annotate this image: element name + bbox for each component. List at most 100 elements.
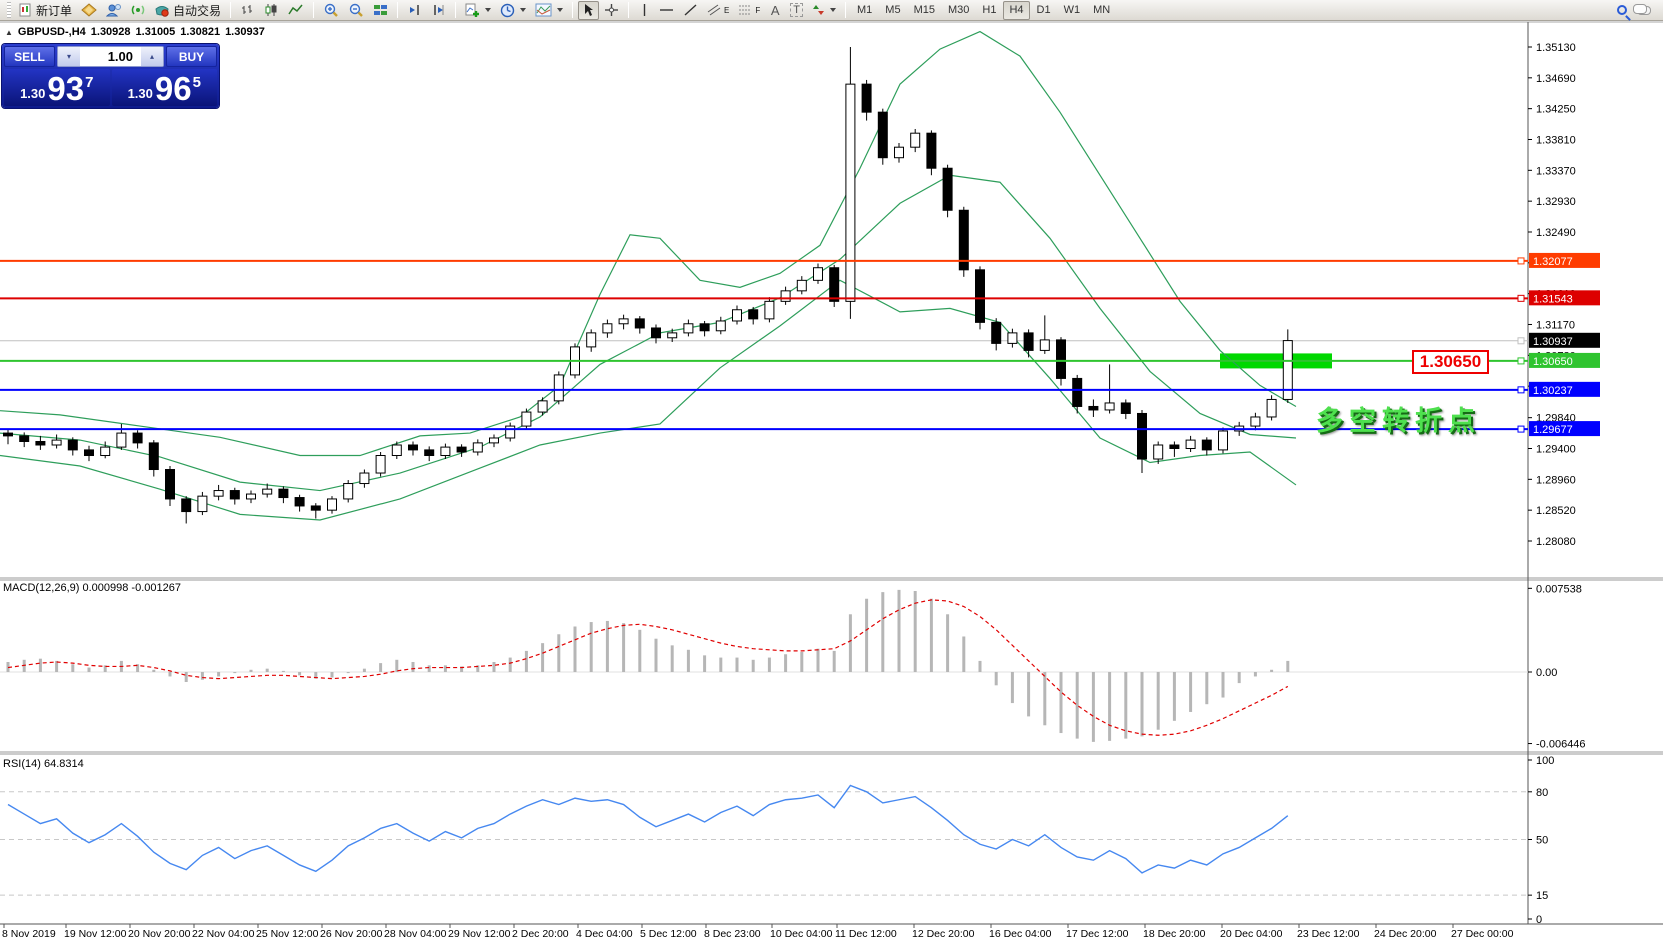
buy-price-pip: 5	[193, 74, 201, 91]
turning-point-annotation[interactable]: 多空转折点	[1316, 399, 1481, 438]
text-label-button[interactable]: T	[786, 1, 807, 20]
svg-text:1.32490: 1.32490	[1536, 227, 1576, 239]
timeframe-label: H4	[1009, 4, 1023, 16]
svg-text:1.28080: 1.28080	[1536, 536, 1576, 548]
svg-text:1.28520: 1.28520	[1536, 505, 1576, 517]
timeframe-label: D1	[1037, 4, 1051, 16]
svg-text:8 Dec 23:00: 8 Dec 23:00	[704, 928, 761, 940]
svg-text:0: 0	[1536, 914, 1542, 926]
fibonacci-letter: F	[755, 6, 760, 15]
svg-text:2 Dec 20:00: 2 Dec 20:00	[512, 928, 569, 940]
timeframe-m15-button[interactable]: M15	[908, 1, 941, 20]
volume-box: ▾ 1.00 ▴	[57, 46, 164, 67]
one-click-trading-panel: SELL ▾ 1.00 ▴ BUY 1.30 93 7 1.30 96 5	[2, 44, 219, 108]
volume-decrease-button[interactable]: ▾	[58, 47, 80, 66]
svg-text:25 Nov 12:00: 25 Nov 12:00	[256, 928, 319, 940]
dropdown-caret	[485, 8, 491, 12]
volume-input[interactable]: 1.00	[80, 47, 141, 66]
toolbar-separator	[628, 2, 629, 18]
buy-button[interactable]: BUY	[166, 46, 217, 67]
crosshair-button[interactable]	[600, 1, 623, 20]
periods-button[interactable]	[496, 1, 530, 20]
new-order-label: 新订单	[36, 2, 72, 19]
svg-text:0.007538: 0.007538	[1536, 583, 1582, 595]
vertical-line-button[interactable]	[634, 1, 654, 20]
spin-up-icon: ▴	[150, 52, 154, 61]
svg-text:15: 15	[1536, 890, 1548, 902]
line-chart-button[interactable]	[284, 1, 308, 20]
svg-text:4 Dec 04:00: 4 Dec 04:00	[576, 928, 633, 940]
timeframe-h4-button[interactable]: H4	[1003, 1, 1029, 20]
svg-text:1.31543: 1.31543	[1533, 293, 1573, 305]
candlestick-button[interactable]	[260, 1, 283, 20]
fibonacci-button[interactable]: F	[734, 1, 764, 20]
timeframe-m30-button[interactable]: M30	[942, 1, 975, 20]
dropdown-caret	[557, 8, 563, 12]
new-order-button[interactable]: 新订单	[15, 1, 76, 20]
timeframe-label: W1	[1064, 4, 1081, 16]
timeframe-mn-button[interactable]: MN	[1087, 1, 1116, 20]
svg-text:80: 80	[1536, 787, 1548, 799]
chart-canvas[interactable]: 1.351301.346901.342501.338101.333701.329…	[0, 0, 1663, 944]
timeframe-m1-button[interactable]: M1	[851, 1, 878, 20]
timeframe-label: M15	[914, 4, 935, 16]
zoom-out-button[interactable]	[344, 1, 368, 20]
buy-label: BUY	[179, 50, 204, 64]
svg-text:10 Dec 04:00: 10 Dec 04:00	[770, 928, 833, 940]
chip-icon	[81, 3, 97, 17]
zoom-in-button[interactable]	[319, 1, 343, 20]
svg-text:8 Nov 2019: 8 Nov 2019	[2, 928, 56, 940]
search-icon[interactable]	[1617, 5, 1627, 15]
timeframe-w1-button[interactable]: W1	[1058, 1, 1087, 20]
bar-chart-button[interactable]	[236, 1, 259, 20]
trendline-button[interactable]	[679, 1, 702, 20]
zoom-out-icon	[348, 3, 364, 18]
arrows-button[interactable]	[808, 1, 840, 20]
cursor-button[interactable]	[578, 1, 599, 20]
text-button[interactable]: A	[765, 1, 785, 20]
svg-text:1.30937: 1.30937	[1533, 336, 1573, 348]
svg-text:1.29677: 1.29677	[1533, 424, 1573, 436]
new-order-icon	[19, 3, 33, 17]
timeframe-m5-button[interactable]: M5	[879, 1, 906, 20]
arrows-icon	[812, 3, 825, 17]
buy-price-button[interactable]: 1.30 96 5	[112, 69, 218, 106]
timeframe-label: M1	[857, 4, 872, 16]
svg-text:1.29400: 1.29400	[1536, 444, 1576, 456]
chart-shift-icon	[431, 3, 446, 17]
sell-price-main: 93	[47, 72, 84, 105]
indicators-button[interactable]	[461, 1, 495, 20]
horizontal-line-button[interactable]	[655, 1, 678, 20]
svg-text:1.34250: 1.34250	[1536, 104, 1576, 116]
timeframe-h1-button[interactable]: H1	[976, 1, 1002, 20]
collapse-icon[interactable]: ▲	[5, 28, 13, 37]
sell-price-button[interactable]: 1.30 93 7	[4, 69, 110, 106]
tile-windows-button[interactable]	[369, 1, 392, 20]
chip-button[interactable]	[77, 1, 101, 20]
community-button[interactable]	[102, 1, 126, 20]
toolbar-separator	[313, 2, 314, 18]
ohlc-high: 1.31005	[136, 26, 176, 38]
template-icon	[535, 3, 552, 17]
signal-button[interactable]	[127, 1, 149, 20]
sell-button[interactable]: SELL	[4, 46, 55, 67]
timeframe-d1-button[interactable]: D1	[1031, 1, 1057, 20]
ohlc-open: 1.30928	[91, 26, 131, 38]
volume-increase-button[interactable]: ▴	[141, 47, 163, 66]
clock-icon	[500, 3, 515, 18]
chart-shift-button[interactable]	[427, 1, 450, 20]
community-icon	[106, 3, 122, 17]
equidistant-channel-button[interactable]: E	[703, 1, 733, 20]
price-level-textbox[interactable]: 1.30650	[1412, 350, 1489, 374]
chat-icon[interactable]	[1637, 6, 1651, 15]
svg-text:26 Nov 20:00: 26 Nov 20:00	[320, 928, 383, 940]
text-label-icon: T	[790, 3, 803, 17]
autotrade-button[interactable]: 自动交易	[150, 1, 225, 20]
buy-price-main: 96	[155, 72, 192, 105]
fibonacci-icon	[738, 4, 752, 16]
toolbar-separator	[845, 2, 846, 18]
templates-button[interactable]	[531, 1, 567, 20]
auto-scroll-button[interactable]	[403, 1, 426, 20]
buy-price-prefix: 1.30	[128, 86, 153, 101]
sell-price-prefix: 1.30	[20, 86, 45, 101]
